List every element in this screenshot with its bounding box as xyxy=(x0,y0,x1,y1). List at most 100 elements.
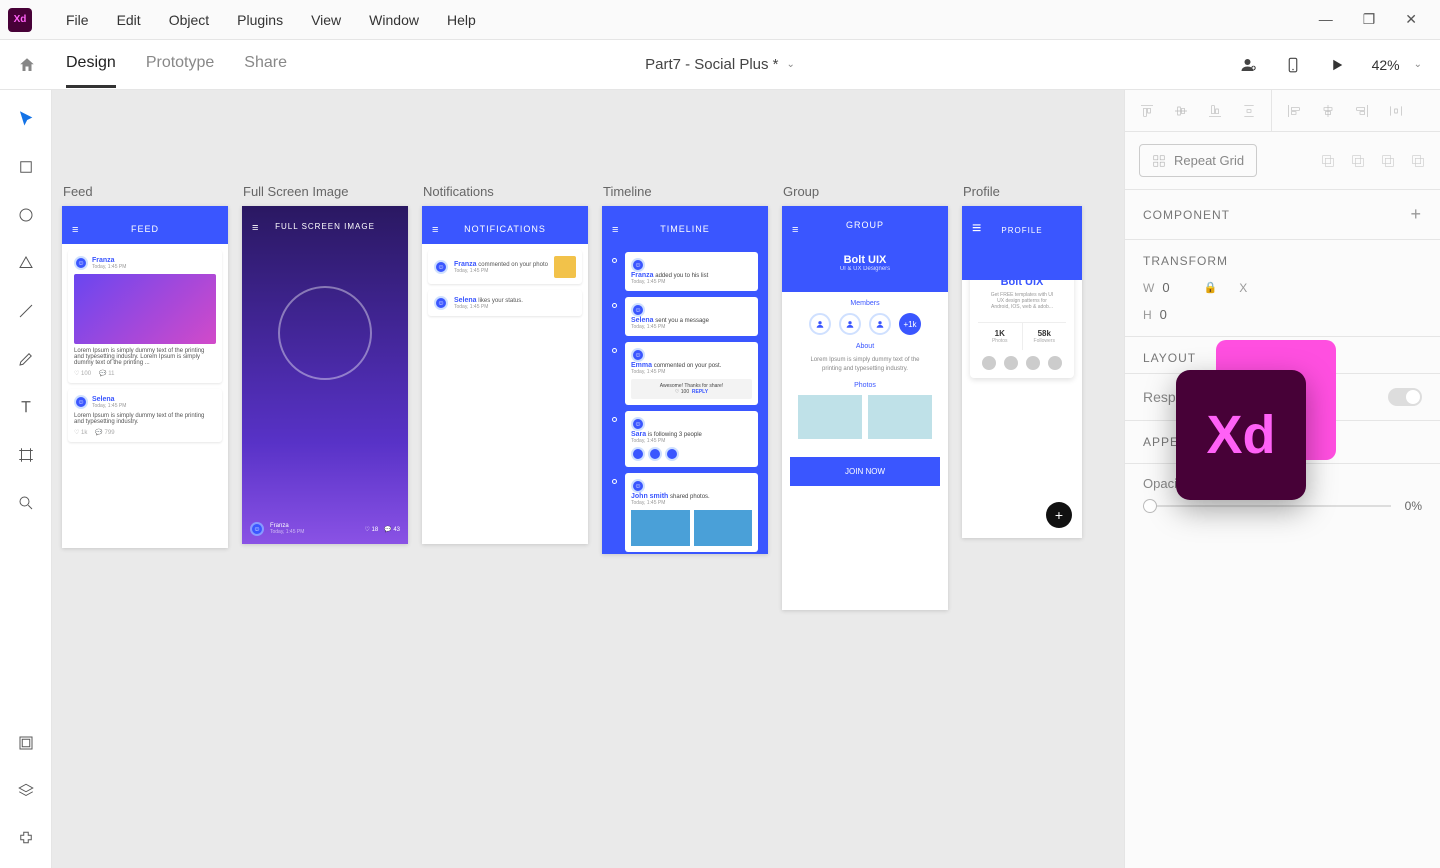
grp-about: About xyxy=(790,343,940,350)
fab-add: + xyxy=(1046,502,1072,528)
artboard-fullscreen[interactable]: ≡FULL SCREEN IMAGE ☺ FranzaToday, 1:45 P… xyxy=(242,206,408,544)
boolean-exclude-icon[interactable] xyxy=(1410,153,1426,169)
align-top-icon[interactable] xyxy=(1139,103,1155,119)
artboard-label[interactable]: Full Screen Image xyxy=(242,184,408,199)
artboard-label[interactable]: Feed xyxy=(62,184,228,199)
zoom-chevron-icon[interactable]: ⌄ xyxy=(1414,59,1422,70)
boolean-subtract-icon[interactable] xyxy=(1350,153,1366,169)
tool-text[interactable] xyxy=(17,398,35,416)
repeat-grid-button[interactable]: Repeat Grid xyxy=(1139,144,1257,177)
transform-w-value[interactable]: 0 xyxy=(1162,280,1169,295)
artboard-group[interactable]: ≡GROUP Bolt UIX UI & UX Designers Member… xyxy=(782,206,948,610)
feed-comments: 11 xyxy=(108,371,114,377)
tool-pen[interactable] xyxy=(17,350,35,368)
panel-assets[interactable] xyxy=(17,734,35,752)
window-minimize[interactable]: — xyxy=(1319,11,1333,28)
tl-t5: shared photos. xyxy=(670,494,710,500)
prof-header: PROFILE xyxy=(1001,226,1042,235)
boolean-intersect-icon[interactable] xyxy=(1380,153,1396,169)
responsive-toggle[interactable] xyxy=(1388,388,1422,406)
document-title[interactable]: Part7 - Social Plus * xyxy=(645,56,778,73)
grp-sub: UI & UX Designers xyxy=(792,266,938,272)
feed-text: Lorem Ipsum is simply dummy text of the … xyxy=(74,348,216,366)
canvas[interactable]: Feed ≡FEED ☺FranzaToday, 1:45 PM Lorem I… xyxy=(52,90,1124,868)
artboard-feed[interactable]: ≡FEED ☺FranzaToday, 1:45 PM Lorem Ipsum … xyxy=(62,206,228,548)
fullimg-header: FULL SCREEN IMAGE xyxy=(275,222,375,231)
artboard-label[interactable]: Profile xyxy=(962,184,1082,199)
menu-plugins[interactable]: Plugins xyxy=(223,12,297,28)
tl-d1: Today, 1:45 PM xyxy=(631,279,752,285)
boolean-add-icon[interactable] xyxy=(1320,153,1336,169)
opacity-slider[interactable] xyxy=(1143,505,1391,507)
feed-date2: Today, 1:45 PM xyxy=(92,403,126,409)
feed-date: Today, 1:45 PM xyxy=(92,264,126,270)
artboard-profile[interactable]: ≡PROFILE Bolt UIX Get FREE templates wit… xyxy=(962,206,1082,538)
chevron-down-icon[interactable]: ⌄ xyxy=(787,59,795,70)
prof-stat1-l: Photos xyxy=(984,338,1016,344)
align-hcenter-icon[interactable] xyxy=(1320,103,1336,119)
repeat-grid-label: Repeat Grid xyxy=(1174,153,1244,168)
lock-icon[interactable]: 🔒 xyxy=(1204,281,1218,294)
menu-edit[interactable]: Edit xyxy=(103,12,155,28)
tool-line[interactable] xyxy=(17,302,35,320)
align-vcenter-icon[interactable] xyxy=(1173,103,1189,119)
notif-header: NOTIFICATIONS xyxy=(464,224,546,234)
tool-select[interactable] xyxy=(17,110,35,128)
window-maximize[interactable]: ❐ xyxy=(1363,11,1376,28)
menu-object[interactable]: Object xyxy=(155,12,223,28)
grp-about-text: Lorem Ipsum is simply dummy text of the … xyxy=(790,356,940,374)
panel-plugins[interactable] xyxy=(17,830,35,848)
menu-file[interactable]: File xyxy=(52,12,103,28)
add-component-icon[interactable]: + xyxy=(1410,204,1422,225)
tool-zoom[interactable] xyxy=(17,494,35,512)
artboard-timeline[interactable]: ≡TIMELINE ☺Franza added you to his listT… xyxy=(602,206,768,554)
transform-w-label: W xyxy=(1143,281,1154,295)
grp-plus: +1k xyxy=(899,313,921,335)
tl-n1: Franza xyxy=(631,272,654,279)
grp-members: Members xyxy=(790,300,940,307)
align-bottom-icon[interactable] xyxy=(1207,103,1223,119)
prof-stat1-n: 1K xyxy=(984,329,1016,338)
notif-name: Franza xyxy=(454,261,477,268)
tool-rectangle[interactable] xyxy=(17,158,35,176)
notif-text: commented on your photo xyxy=(478,262,548,268)
distribute-h-icon[interactable] xyxy=(1388,103,1404,119)
artboard-label[interactable]: Notifications xyxy=(422,184,588,199)
xd-logo-overlay: Xd xyxy=(1176,340,1336,500)
home-icon[interactable] xyxy=(18,56,36,74)
transform-h-value[interactable]: 0 xyxy=(1160,307,1167,322)
distribute-v-icon[interactable] xyxy=(1241,103,1257,119)
transform-heading: TRANSFORM xyxy=(1143,254,1228,268)
tool-ellipse[interactable] xyxy=(17,206,35,224)
tl-n4: Sara xyxy=(631,431,646,438)
mobile-preview-icon[interactable] xyxy=(1284,56,1302,74)
align-left-icon[interactable] xyxy=(1286,103,1302,119)
opacity-value[interactable]: 0% xyxy=(1405,499,1422,513)
menu-help[interactable]: Help xyxy=(433,12,490,28)
tl-n5: John smith xyxy=(631,493,668,500)
menu-window[interactable]: Window xyxy=(355,12,433,28)
tab-design[interactable]: Design xyxy=(66,41,116,88)
play-icon[interactable] xyxy=(1328,56,1346,74)
artboard-notifications[interactable]: ≡NOTIFICATIONS ☺ Franza commented on you… xyxy=(422,206,588,544)
invite-icon[interactable] xyxy=(1240,56,1258,74)
notif-text2: likes your status. xyxy=(478,298,523,304)
tool-artboard[interactable] xyxy=(17,446,35,464)
notif-name2: Selena xyxy=(454,297,477,304)
menu-view[interactable]: View xyxy=(297,12,355,28)
window-close[interactable]: ✕ xyxy=(1405,11,1417,28)
tl-d3: Today, 1:45 PM xyxy=(631,369,752,375)
grp-photos: Photos xyxy=(790,382,940,389)
artboard-label[interactable]: Timeline xyxy=(602,184,768,199)
tab-share[interactable]: Share xyxy=(244,41,287,88)
zoom-value[interactable]: 42% xyxy=(1372,57,1400,73)
transform-h-label: H xyxy=(1143,308,1152,322)
panel-layers[interactable] xyxy=(17,782,35,800)
tl-d2: Today, 1:45 PM xyxy=(631,324,752,330)
artboard-label[interactable]: Group xyxy=(782,184,948,199)
tab-prototype[interactable]: Prototype xyxy=(146,41,214,88)
align-right-icon[interactable] xyxy=(1354,103,1370,119)
transform-x-label: X xyxy=(1239,281,1247,295)
tool-polygon[interactable] xyxy=(17,254,35,272)
tl-d4: Today, 1:45 PM xyxy=(631,438,752,444)
